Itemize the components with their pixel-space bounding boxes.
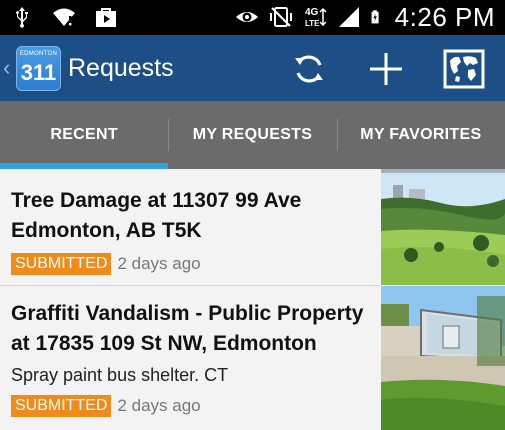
lte-icon: 4G LTE (305, 7, 327, 28)
eye-icon (235, 12, 258, 22)
page-title: Requests (68, 54, 174, 82)
svg-text:4G: 4G (305, 7, 319, 18)
play-store-icon (96, 8, 116, 27)
tab-label: MY FAVORITES (360, 126, 482, 143)
usb-icon (16, 7, 28, 28)
tab-recent[interactable]: RECENT (0, 101, 169, 169)
request-thumbnail[interactable] (381, 169, 505, 285)
app-logo[interactable]: EDMONTON 311 (16, 46, 61, 91)
request-age: 2 days ago (117, 396, 201, 415)
clock: 4:26 PM (394, 1, 495, 32)
list-item[interactable]: Tree Damage at 11307 99 Ave Edmonton, AB… (0, 169, 505, 285)
request-description: Spray paint bus shelter. CT (11, 365, 229, 385)
map-icon (443, 49, 485, 89)
status-bar: 4G LTE 4:26 PM (0, 0, 505, 35)
tab-my-requests[interactable]: MY REQUESTS (168, 101, 336, 169)
tab-my-favorites[interactable]: MY FAVORITES (336, 101, 505, 169)
status-badge: SUBMITTED (11, 395, 112, 417)
tab-label: RECENT (50, 126, 118, 143)
tab-bar: RECENT MY REQUESTS MY FAVORITES (0, 101, 505, 169)
battery-charging-icon (371, 10, 379, 24)
logo-city-text: EDMONTON (19, 51, 58, 57)
request-list: Tree Damage at 11307 99 Ave Edmonton, AB… (0, 169, 505, 430)
svg-text:LTE: LTE (305, 19, 320, 28)
wifi-icon (53, 8, 75, 26)
request-title: Tree Damage at 11307 99 Ave Edmonton, AB… (11, 189, 302, 242)
vibrate-icon (269, 7, 292, 27)
signal-icon (338, 7, 359, 27)
request-title: Graffiti Vandalism - Public Property at … (11, 302, 364, 355)
status-badge: SUBMITTED (11, 253, 112, 275)
map-view-button[interactable] (442, 47, 486, 91)
request-thumbnail[interactable] (381, 286, 505, 430)
list-item[interactable]: Graffiti Vandalism - Public Property at … (0, 286, 505, 430)
action-bar: ‹ EDMONTON 311 Requests (0, 35, 505, 101)
add-icon (370, 53, 402, 85)
back-chevron-icon[interactable]: ‹ (3, 55, 10, 81)
refresh-icon (295, 55, 323, 83)
add-request-button[interactable] (364, 47, 408, 91)
tab-label: MY REQUESTS (192, 126, 313, 143)
refresh-button[interactable] (287, 47, 331, 91)
request-age: 2 days ago (117, 254, 201, 273)
logo-number: 311 (20, 60, 57, 85)
